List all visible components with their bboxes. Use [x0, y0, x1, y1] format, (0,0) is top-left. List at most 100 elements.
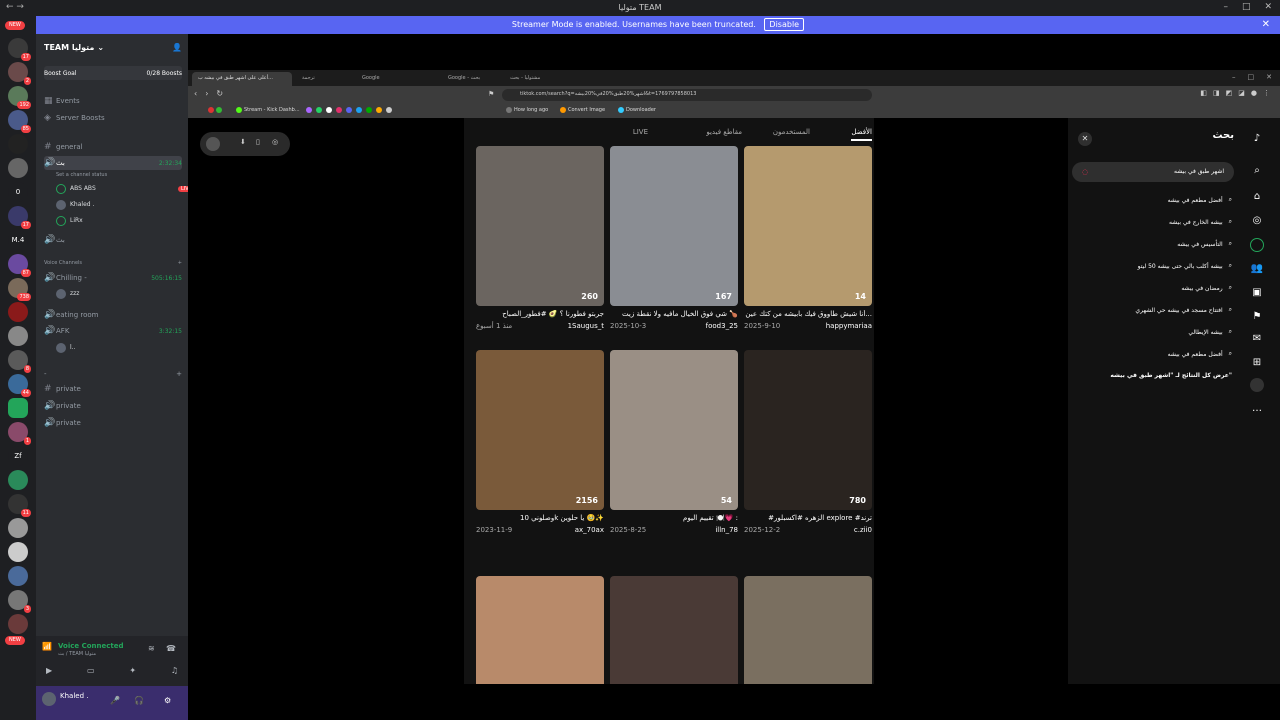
channel-status[interactable]: Set a channel status	[44, 168, 182, 182]
voice-user[interactable]: ABS ABS LIVE	[56, 182, 195, 195]
server-icon[interactable]	[8, 566, 28, 586]
add-channel-icon[interactable]: +	[176, 370, 182, 378]
microphone-icon[interactable]: 🎤	[110, 696, 120, 705]
close-search-icon[interactable]: ✕	[1078, 132, 1092, 146]
video-caption[interactable]: أنا شيش طاووق فيك بابيشه من كتك عين...	[744, 310, 872, 318]
voice-channel-eating[interactable]: 🔊 eating room	[44, 308, 182, 322]
voice-channel-afk[interactable]: 🔊 AFK 3:32:15	[44, 324, 182, 338]
video-card[interactable]: 2156 وصلوني 10k يا حلوين 🥹✨ 2023-11-9 ax_70…	[476, 350, 604, 534]
channel-general[interactable]: # general	[44, 140, 182, 154]
tab-users[interactable]: المستخدمون	[773, 128, 810, 136]
maximize-icon[interactable]: □	[1248, 73, 1255, 81]
video-author[interactable]: ax_70ax	[575, 526, 604, 534]
home-icon[interactable]: ⌂	[1250, 190, 1264, 204]
server-icon[interactable]	[8, 518, 28, 538]
server-icon[interactable]: 85	[8, 110, 31, 133]
browser-tab[interactable]: أعلى على اشهر طبق في بيشه ب...	[192, 72, 292, 86]
search-suggestion[interactable]: بيشه الإيطالي ⌕	[1188, 328, 1232, 336]
add-member-icon[interactable]: 👤	[172, 43, 182, 52]
voice-user[interactable]: LiRx	[56, 214, 83, 227]
video-card[interactable]	[610, 576, 738, 684]
voice-user[interactable]: Khaled .	[56, 198, 94, 211]
settings-gear-icon[interactable]: ⚙	[164, 696, 171, 705]
video-card[interactable]: 260 جربتو فطورنا ؟ 🥑 #فطور_الصباح منذ 1 أس…	[476, 146, 604, 330]
url-field[interactable]: tiktok.com/search?q=اشهر%20طبق%20في%20بي…	[502, 89, 872, 101]
activities-icon[interactable]: ✦	[129, 666, 136, 675]
voice-user[interactable]: l..	[56, 341, 75, 354]
server-name[interactable]: TEAM متوليا ⌄ 👤	[44, 40, 182, 54]
tiktok-logo-icon[interactable]: ♪	[1250, 132, 1264, 146]
video-thumbnail[interactable]: 14	[744, 146, 872, 306]
video-caption[interactable]: جربتو فطورنا ؟ 🥑 #فطور_الصباح	[476, 310, 604, 318]
minimize-icon[interactable]: –	[1223, 2, 1228, 12]
server-icon[interactable]	[8, 398, 28, 418]
forward-icon[interactable]: ›	[205, 89, 208, 98]
category-voice-channels[interactable]: Voice Channels +	[44, 256, 182, 270]
server-icon[interactable]	[8, 302, 28, 322]
avatar[interactable]	[206, 137, 220, 151]
soundboard-icon[interactable]: ♫	[171, 666, 178, 675]
profile-icon[interactable]	[1250, 378, 1264, 392]
voice-user[interactable]: zzz	[56, 287, 79, 300]
profile-icon[interactable]: ●	[1251, 89, 1257, 97]
video-author[interactable]: food3_25	[706, 322, 738, 330]
avatar[interactable]	[42, 692, 56, 706]
youtube-icon[interactable]	[208, 107, 214, 113]
voice-channel-private[interactable]: 🔊 private	[44, 399, 182, 413]
video-caption[interactable]: #الزهره #اكسبلور explore #ترند	[744, 514, 872, 522]
server-icon[interactable]	[8, 134, 28, 154]
search-suggestion[interactable]: افتتاح مسجد في بيشه حي الشهري ⌕	[1135, 306, 1232, 314]
video-caption[interactable]: تقييم اليوم 🍽️💗 :	[610, 514, 738, 522]
server-icon[interactable]: 8	[8, 350, 31, 373]
video-caption[interactable]: وصلوني 10k يا حلوين 🥹✨	[476, 514, 604, 522]
server-icon[interactable]: 87	[8, 254, 31, 277]
video-caption[interactable]: شي فوق الخيال مافيه ولا نقطة زيت 🍗	[610, 310, 738, 318]
menu-icon[interactable]: ⋮	[1263, 89, 1270, 97]
video-thumbnail[interactable]: 2156	[476, 350, 604, 510]
close-banner-icon[interactable]: ✕	[1262, 16, 1270, 34]
video-author[interactable]: happymariaa	[826, 322, 872, 330]
bookmark-item[interactable]: Downloader	[618, 107, 656, 113]
server-icon[interactable]: M.4	[8, 230, 28, 250]
search-suggestion[interactable]: بيشه الخارج في بيشه ⌕	[1169, 218, 1232, 226]
search-suggestion[interactable]: بيشه أكلب بالي حتى بيشه 50 ليتو ⌕	[1138, 262, 1232, 270]
video-author[interactable]: 1Saugus_t	[568, 322, 604, 330]
add-channel-icon[interactable]: +	[178, 260, 182, 266]
video-card[interactable]	[476, 576, 604, 684]
events-link[interactable]: ▦ Events	[44, 94, 182, 108]
noise-suppression-icon[interactable]: ≋	[148, 644, 155, 653]
bookmark-item[interactable]: How long ago	[506, 107, 548, 113]
explore-icon[interactable]: ◎	[1250, 214, 1264, 228]
maximize-icon[interactable]: □	[1242, 2, 1251, 12]
headphones-icon[interactable]: 🎧	[134, 696, 144, 705]
video-card[interactable]: 14 أنا شيش طاووق فيك بابيشه من كتك عين...…	[744, 146, 872, 330]
video-thumbnail[interactable]: 260	[476, 146, 604, 306]
more-icon[interactable]: …	[1250, 402, 1264, 416]
video-card[interactable]	[744, 576, 872, 684]
browser-tab[interactable]: Google - بحث	[442, 72, 502, 86]
record-icon[interactable]: ◎	[272, 138, 278, 146]
search-input[interactable]: اشهر طبق في بيشه	[1072, 162, 1234, 182]
avatar[interactable]	[1250, 238, 1264, 252]
search-suggestion[interactable]: أفضل مطعم في بيشه ⌕	[1168, 350, 1232, 358]
view-all-results[interactable]: عرض كل النتائج لـ "اشهر طبق في بيشه"	[1110, 372, 1232, 379]
server-icon[interactable]: 11	[8, 494, 31, 517]
category-dash[interactable]: - +	[44, 367, 182, 381]
browser-tab[interactable]: Google	[356, 72, 416, 86]
server-icon[interactable]: 44	[8, 374, 31, 397]
server-icon[interactable]: 1	[8, 422, 31, 445]
kick-icon[interactable]	[216, 107, 222, 113]
download-icon[interactable]: ⬇	[240, 138, 246, 146]
close-icon[interactable]: ✕	[1266, 73, 1272, 81]
disconnect-icon[interactable]: ☎	[166, 644, 176, 653]
extension-icon[interactable]: ◪	[1238, 89, 1245, 97]
server-icon[interactable]	[8, 542, 28, 562]
tab-live[interactable]: LIVE	[633, 128, 648, 136]
voice-channel-chilling[interactable]: 🔊 Chilling -505:16:15	[44, 271, 182, 285]
video-card[interactable]: 780 #الزهره #اكسبلور explore #ترند 2025-12…	[744, 350, 872, 534]
reload-icon[interactable]: ↻	[216, 89, 223, 98]
voice-channel[interactable]: 🔊 بث	[44, 233, 182, 247]
following-icon[interactable]: 👥	[1250, 262, 1264, 276]
video-thumbnail[interactable]	[610, 576, 738, 684]
back-icon[interactable]: ‹	[194, 89, 197, 98]
